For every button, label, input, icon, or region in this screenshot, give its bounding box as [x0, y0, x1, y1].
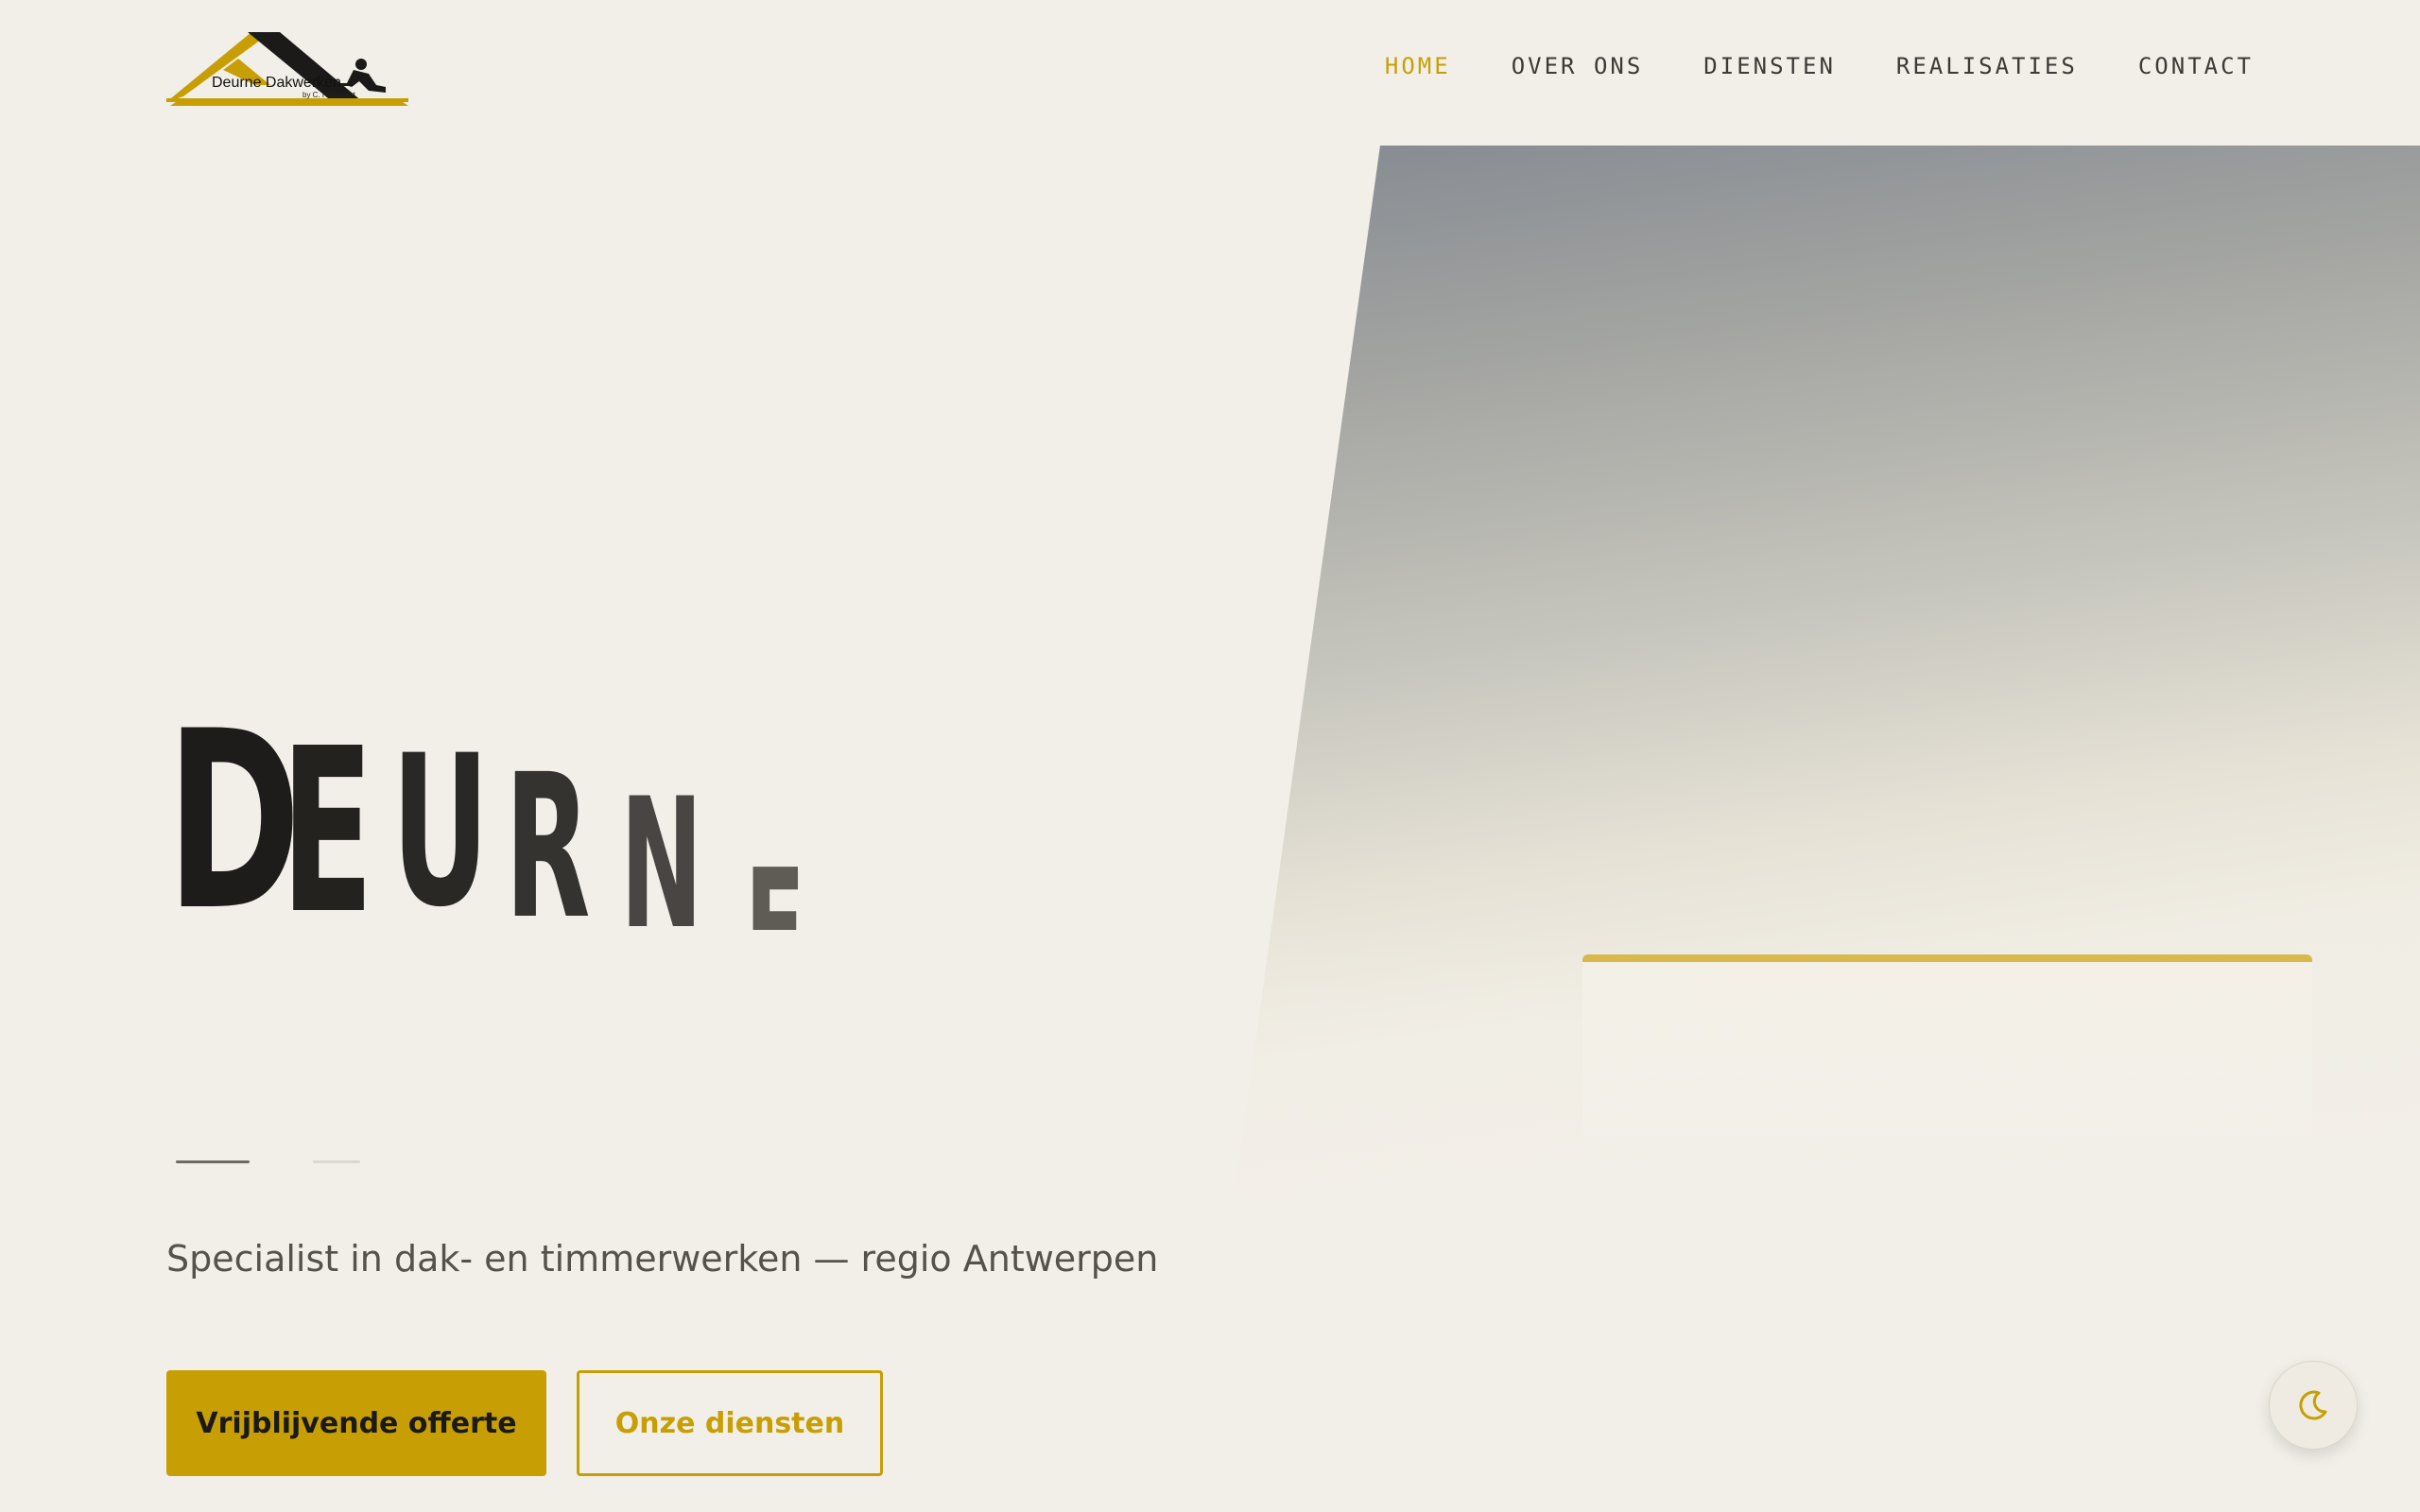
progress-mark-active — [176, 1160, 250, 1163]
nav-contact[interactable]: CONTACT — [2138, 53, 2254, 79]
hero-title-letter-clip: E — [745, 849, 839, 930]
main-navigation: HOME OVER ONS DIENSTEN REALISATIES CONTA… — [1324, 53, 2254, 79]
nav-home[interactable]: HOME — [1385, 53, 1451, 79]
nav-over-ons[interactable]: OVER ONS — [1512, 53, 1644, 79]
nav-diensten[interactable]: DIENSTEN — [1703, 53, 1836, 79]
brand-subtitle: by C. Hillewaert — [302, 91, 356, 99]
hero-title-letter: E — [745, 849, 805, 930]
brand-logo[interactable]: Deurne Dakwerken by C. Hillewaert — [166, 32, 408, 106]
hero-title-letter: N — [620, 760, 703, 969]
hero-tagline: Specialist in dak- en timmerwerken — reg… — [166, 1238, 1159, 1280]
nav-realisaties[interactable]: REALISATIES — [1896, 53, 2078, 79]
hero-title-letter: U — [391, 711, 490, 953]
hero-card — [1582, 954, 2312, 1208]
roof-worker-logo — [166, 32, 408, 106]
services-button[interactable]: Onze diensten — [577, 1370, 883, 1476]
theme-toggle-button[interactable] — [2269, 1361, 2358, 1450]
hero-title-letter: R — [505, 731, 591, 963]
moon-icon — [2299, 1390, 2327, 1420]
hero-title-letter: E — [281, 699, 374, 964]
progress-mark — [313, 1160, 360, 1163]
brand-name: Deurne Dakwerken — [212, 75, 341, 91]
quote-button[interactable]: Vrijblijvende offerte — [166, 1370, 546, 1476]
hero-title: D E U R N E — [166, 699, 923, 964]
